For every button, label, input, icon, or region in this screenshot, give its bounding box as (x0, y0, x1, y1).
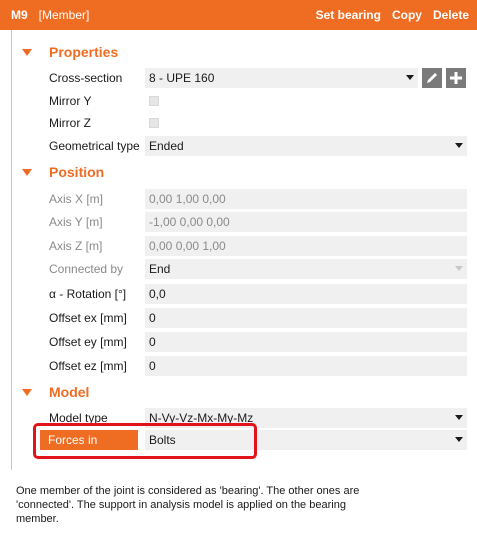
rotation-value: 0,0 (149, 287, 166, 301)
pencil-icon (427, 73, 437, 83)
axis-y-field: -1,00 0,00 0,00 (145, 212, 467, 232)
axis-x-field: 0,00 1,00 0,00 (145, 189, 467, 209)
dropdown-arrow-icon (406, 75, 414, 80)
header-actions: Set bearing Copy Delete (316, 8, 477, 22)
offset-ez-value: 0 (149, 359, 156, 373)
dropdown-arrow-icon (455, 143, 463, 148)
axis-x-label: Axis X [m] (49, 192, 104, 206)
cross-section-value: 8 - UPE 160 (149, 71, 215, 85)
dropdown-arrow-icon (455, 415, 463, 420)
mirror-z-label: Mirror Z (49, 116, 91, 130)
geometrical-type-value: Ended (149, 139, 184, 153)
rotation-label: α - Rotation [°] (49, 287, 127, 301)
member-type: [Member] (38, 8, 90, 22)
axis-z-value: 0,00 0,00 1,00 (149, 239, 226, 253)
axis-y-label: Axis Y [m] (49, 215, 103, 229)
offset-ey-input[interactable]: 0 (145, 332, 467, 352)
offset-ey-value: 0 (149, 335, 156, 349)
offset-ez-input[interactable]: 0 (145, 356, 467, 376)
collapse-triangle-icon (22, 168, 32, 176)
offset-ex-value: 0 (149, 311, 156, 325)
connected-by-select: End (145, 259, 467, 279)
offset-ex-input[interactable]: 0 (145, 308, 467, 328)
offset-ex-label: Offset ex [mm] (49, 311, 127, 325)
highlight-annotation (33, 423, 257, 459)
section-properties[interactable]: Properties (22, 42, 118, 62)
mirror-y-checkbox[interactable] (149, 96, 159, 106)
offset-ey-label: Offset ey [mm] (49, 335, 127, 349)
dropdown-arrow-icon (455, 266, 463, 271)
connected-by-label: Connected by (49, 262, 124, 276)
section-title: Position (49, 164, 105, 180)
cross-section-label: Cross-section (49, 71, 123, 85)
mirror-y-label: Mirror Y (49, 94, 92, 108)
axis-y-value: -1,00 0,00 0,00 (149, 215, 230, 229)
tree-line (11, 30, 12, 470)
axis-z-field: 0,00 0,00 1,00 (145, 236, 467, 256)
copy-button[interactable]: Copy (392, 8, 422, 22)
set-bearing-button[interactable]: Set bearing (316, 8, 381, 22)
info-text: One member of the joint is considered as… (16, 485, 360, 525)
member-id: M9 (11, 8, 28, 22)
offset-ez-label: Offset ez [mm] (49, 359, 127, 373)
cross-section-select[interactable]: 8 - UPE 160 (145, 68, 418, 88)
axis-x-value: 0,00 1,00 0,00 (149, 192, 226, 206)
section-title: Model (49, 384, 90, 400)
section-title: Properties (49, 44, 119, 60)
plus-icon (450, 72, 462, 84)
geometrical-type-select[interactable]: Ended (145, 136, 467, 156)
section-model[interactable]: Model (22, 382, 89, 402)
collapse-triangle-icon (22, 388, 32, 396)
geometrical-type-label: Geometrical type (49, 139, 140, 153)
add-cross-section-button[interactable] (446, 68, 466, 88)
rotation-input[interactable]: 0,0 (145, 284, 467, 304)
axis-z-label: Axis Z [m] (49, 239, 103, 253)
edit-cross-section-button[interactable] (422, 68, 442, 88)
connected-by-value: End (149, 262, 171, 276)
dropdown-arrow-icon (455, 437, 463, 442)
section-position[interactable]: Position (22, 162, 104, 182)
member-header: M9 [Member] Set bearing Copy Delete (0, 0, 477, 30)
delete-button[interactable]: Delete (433, 8, 469, 22)
collapse-triangle-icon (22, 48, 32, 56)
mirror-z-checkbox[interactable] (149, 118, 159, 128)
